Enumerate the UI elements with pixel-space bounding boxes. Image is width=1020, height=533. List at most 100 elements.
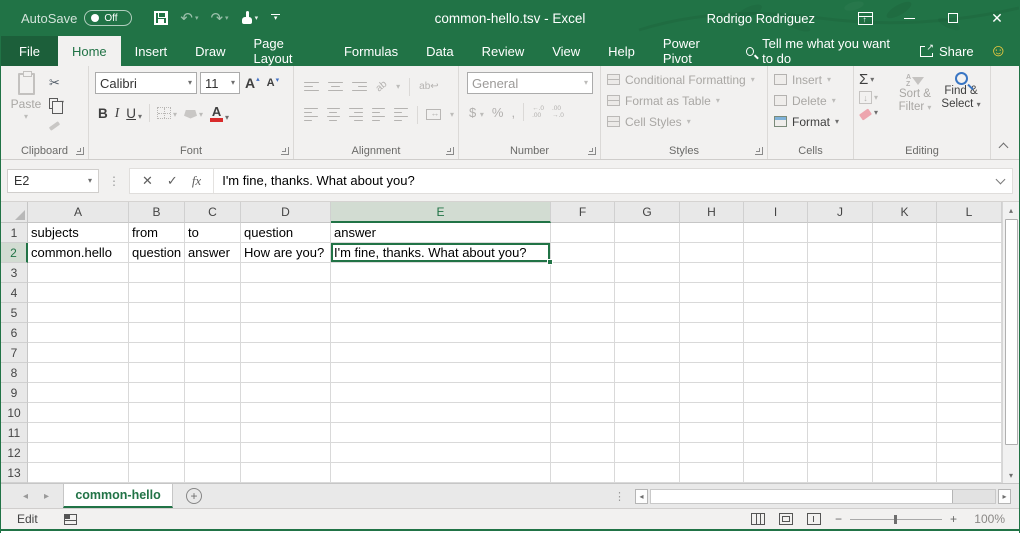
row-header-7[interactable]: 7	[1, 343, 28, 363]
fill-button[interactable]: ↓▾	[859, 91, 893, 104]
clipboard-dialog-launcher-icon[interactable]	[76, 147, 84, 155]
cell-K2[interactable]	[873, 243, 937, 263]
cell-I8[interactable]	[744, 363, 808, 383]
formula-input[interactable]: I'm fine, thanks. What about you?	[214, 173, 988, 188]
cell-K3[interactable]	[873, 263, 937, 283]
cell-E5[interactable]	[331, 303, 551, 323]
column-header-K[interactable]: K	[873, 202, 937, 223]
decrease-indent-button[interactable]	[372, 108, 386, 122]
cell-B4[interactable]	[129, 283, 185, 303]
cell-D10[interactable]	[241, 403, 331, 423]
tab-review[interactable]: Review	[468, 36, 539, 66]
cell-B11[interactable]	[129, 423, 185, 443]
name-box[interactable]: E2▾	[7, 169, 99, 193]
cell-A8[interactable]	[28, 363, 129, 383]
column-header-G[interactable]: G	[615, 202, 680, 223]
cell-A11[interactable]	[28, 423, 129, 443]
cell-A1[interactable]: subjects	[28, 223, 129, 243]
cell-H3[interactable]	[680, 263, 744, 283]
font-color-button[interactable]: A▾	[210, 105, 229, 122]
cell-K4[interactable]	[873, 283, 937, 303]
format-cells-button[interactable]: Format▾	[774, 111, 851, 132]
cell-F13[interactable]	[551, 463, 615, 483]
cell-D5[interactable]	[241, 303, 331, 323]
cell-K12[interactable]	[873, 443, 937, 463]
cell-B7[interactable]	[129, 343, 185, 363]
cell-C8[interactable]	[185, 363, 241, 383]
column-header-L[interactable]: L	[937, 202, 1002, 223]
wrap-text-button[interactable]: ab↩	[419, 81, 439, 92]
number-dialog-launcher-icon[interactable]	[588, 147, 596, 155]
cell-H4[interactable]	[680, 283, 744, 303]
cell-A10[interactable]	[28, 403, 129, 423]
cell-G10[interactable]	[615, 403, 680, 423]
cell-E1[interactable]: answer	[331, 223, 551, 243]
percent-button[interactable]: %	[492, 105, 504, 120]
cell-B3[interactable]	[129, 263, 185, 283]
cell-K1[interactable]	[873, 223, 937, 243]
cell-F3[interactable]	[551, 263, 615, 283]
number-format-select[interactable]: General▾	[467, 72, 593, 94]
cell-D2[interactable]: How are you?	[241, 243, 331, 263]
touch-mouse-mode-button[interactable]: ▾	[237, 9, 263, 27]
user-name[interactable]: Rodrigo Rodriguez	[707, 11, 815, 26]
row-header-1[interactable]: 1	[1, 223, 28, 243]
cell-C10[interactable]	[185, 403, 241, 423]
cell-D11[interactable]	[241, 423, 331, 443]
cell-C6[interactable]	[185, 323, 241, 343]
cell-L13[interactable]	[937, 463, 1002, 483]
cell-L2[interactable]	[937, 243, 1002, 263]
cell-A9[interactable]	[28, 383, 129, 403]
cell-L9[interactable]	[937, 383, 1002, 403]
cell-K13[interactable]	[873, 463, 937, 483]
tab-draw[interactable]: Draw	[181, 36, 239, 66]
column-header-F[interactable]: F	[551, 202, 615, 223]
new-sheet-button[interactable]: +	[173, 484, 215, 508]
cell-K6[interactable]	[873, 323, 937, 343]
cell-G7[interactable]	[615, 343, 680, 363]
vertical-scroll-thumb[interactable]	[1005, 219, 1018, 445]
cell-E10[interactable]	[331, 403, 551, 423]
row-header-13[interactable]: 13	[1, 463, 28, 483]
cell-D3[interactable]	[241, 263, 331, 283]
sheet-tab-common-hello[interactable]: common-hello	[63, 484, 173, 508]
cell-L4[interactable]	[937, 283, 1002, 303]
next-sheet-icon[interactable]: ▸	[44, 491, 49, 502]
cell-B13[interactable]	[129, 463, 185, 483]
cell-C4[interactable]	[185, 283, 241, 303]
zoom-in-button[interactable]: +	[950, 512, 957, 526]
cell-L1[interactable]	[937, 223, 1002, 243]
normal-view-button[interactable]	[751, 513, 765, 525]
cell-G1[interactable]	[615, 223, 680, 243]
column-header-D[interactable]: D	[241, 202, 331, 223]
cell-D6[interactable]	[241, 323, 331, 343]
cell-H8[interactable]	[680, 363, 744, 383]
cell-L3[interactable]	[937, 263, 1002, 283]
currency-button[interactable]: $ ▾	[469, 105, 484, 120]
cell-G9[interactable]	[615, 383, 680, 403]
align-bottom-button[interactable]	[352, 82, 367, 92]
cell-G12[interactable]	[615, 443, 680, 463]
merge-center-button[interactable]	[426, 109, 441, 120]
cell-E13[interactable]	[331, 463, 551, 483]
tab-data[interactable]: Data	[412, 36, 467, 66]
cell-E4[interactable]	[331, 283, 551, 303]
cell-D8[interactable]	[241, 363, 331, 383]
horizontal-scrollbar[interactable]: ◂ ▸	[635, 484, 1019, 508]
page-layout-view-button[interactable]	[779, 513, 793, 525]
cell-A4[interactable]	[28, 283, 129, 303]
enter-button[interactable]: ✓	[167, 173, 178, 189]
row-header-10[interactable]: 10	[1, 403, 28, 423]
share-button[interactable]: Share	[908, 36, 986, 66]
italic-button[interactable]: I	[115, 105, 120, 121]
cell-F5[interactable]	[551, 303, 615, 323]
cell-I6[interactable]	[744, 323, 808, 343]
styles-dialog-launcher-icon[interactable]	[755, 147, 763, 155]
cell-C5[interactable]	[185, 303, 241, 323]
cell-H10[interactable]	[680, 403, 744, 423]
cell-J11[interactable]	[808, 423, 873, 443]
cell-B2[interactable]: question	[129, 243, 185, 263]
row-header-6[interactable]: 6	[1, 323, 28, 343]
collapse-ribbon-icon[interactable]	[999, 143, 1009, 153]
cell-B6[interactable]	[129, 323, 185, 343]
